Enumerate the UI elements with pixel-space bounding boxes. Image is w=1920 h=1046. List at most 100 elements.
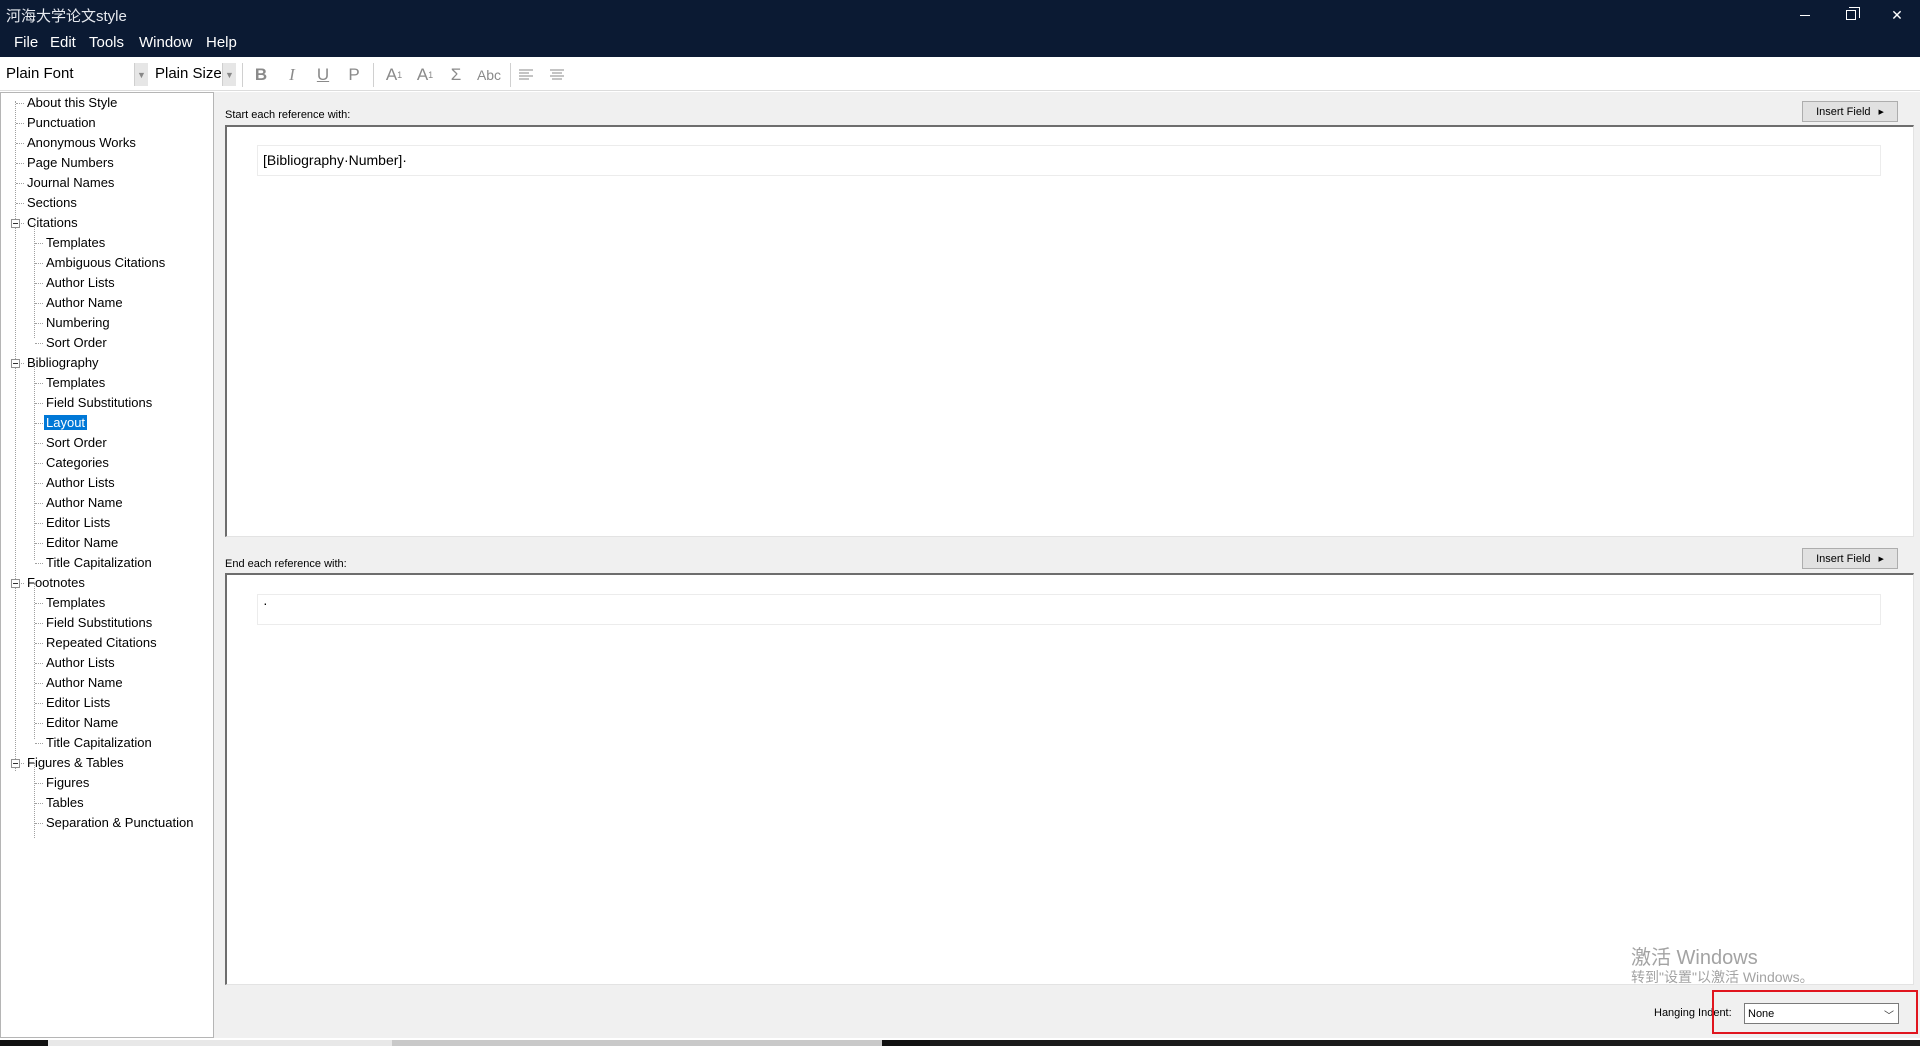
menu-tools[interactable]: Tools [89,34,124,51]
tree-item-label: Sort Order [46,335,107,350]
caret-right-icon: ▶ [1878,555,1884,563]
chevron-down-icon: ▼ [134,63,148,86]
tree-item[interactable]: Author Name [44,294,125,312]
tree-item[interactable]: Author Name [44,494,125,512]
italic-button[interactable]: I [280,63,304,87]
tree-item[interactable]: Figures & Tables [25,754,126,772]
tree-item[interactable]: Layout [44,414,88,432]
menu-help[interactable]: Help [206,34,237,51]
tree-item[interactable]: Categories [44,454,111,472]
tree-item[interactable]: Citations [25,214,80,232]
insert-field-button-end[interactable]: Insert Field ▶ [1802,548,1898,569]
tree-item-label: Title Capitalization [46,555,152,570]
title-bar: 河海大学论文style ✕ [0,0,1920,30]
tree-item-label: Numbering [46,315,110,330]
menu-file[interactable]: File [14,34,38,51]
tree-item[interactable]: Author Lists [44,274,117,292]
restore-button[interactable] [1828,0,1874,30]
menu-window[interactable]: Window [139,34,192,51]
tree-item[interactable]: Punctuation [25,114,98,132]
end-reference-label: End each reference with: [225,558,347,570]
tree-item[interactable]: Author Name [44,674,125,692]
tree-item[interactable]: Journal Names [25,174,116,192]
tree-item-label: Tables [46,795,84,810]
tree-item[interactable]: Templates [44,594,107,612]
menu-bar: File Edit Tools Window Help [0,30,1920,57]
tree-item[interactable]: Editor Name [44,534,120,552]
smallcaps-button[interactable]: Abc [473,63,505,87]
tree-item[interactable]: Author Lists [44,654,117,672]
tree-item[interactable]: Author Lists [44,474,117,492]
tree-item-label: Author Lists [46,475,115,490]
tree-item-label: Field Substitutions [46,395,153,410]
tree-item[interactable]: Editor Lists [44,694,112,712]
tree-item-label: Author Lists [46,655,115,670]
collapse-icon[interactable] [11,759,20,768]
plain-button[interactable]: P [342,63,366,87]
align-center-button[interactable] [545,63,569,87]
collapse-icon[interactable] [11,359,20,368]
highlight-annotation [1712,990,1918,1034]
align-center-icon [550,69,564,80]
tree-item[interactable]: Separation & Punctuation [44,814,195,832]
tree-item-label: Separation & Punctuation [46,815,194,830]
tree-item-label: Journal Names [27,175,115,190]
restore-icon [1846,7,1860,20]
toolbar-divider [510,63,511,87]
menu-edit[interactable]: Edit [50,34,76,51]
tree-item-label: Editor Lists [46,695,111,710]
tree-item-label: Punctuation [27,115,96,130]
start-reference-editor[interactable]: [Bibliography·Number]· [225,125,1914,537]
tree-item[interactable]: Figures [44,774,91,792]
tree-item[interactable]: Bibliography [25,354,101,372]
tree-item-label: Repeated Citations [46,635,157,650]
tree-item-label: Author Name [46,675,123,690]
chevron-down-icon: ▼ [222,63,236,86]
tree-item[interactable]: Repeated Citations [44,634,159,652]
tree-item[interactable]: Anonymous Works [25,134,138,152]
underline-button[interactable]: U [311,63,335,87]
superscript-button[interactable]: A1 [382,63,406,87]
tree-item[interactable]: Footnotes [25,574,87,592]
end-reference-editor[interactable]: · 激活 Windows 转到"设置"以激活 Windows。 [225,573,1914,985]
tree-item-label: Editor Name [46,535,119,550]
tree-item[interactable]: Sections [25,194,79,212]
tree-item[interactable]: Field Substitutions [44,394,154,412]
close-button[interactable]: ✕ [1874,0,1920,30]
tree-item[interactable]: Sort Order [44,334,109,352]
tree-item-label: Field Substitutions [46,615,153,630]
minimize-button[interactable] [1782,0,1828,30]
start-reference-field[interactable]: [Bibliography·Number]· [257,145,1881,176]
tree-item[interactable]: Templates [44,374,107,392]
tree-item[interactable]: About this Style [25,94,119,112]
end-reference-field[interactable]: · [257,594,1881,625]
tree-item[interactable]: Numbering [44,314,112,332]
tree-item-label: Author Name [46,295,123,310]
font-select[interactable]: Plain Font ▼ [1,63,148,86]
subscript-button[interactable]: A1 [413,63,437,87]
tree-item-label: Figures & Tables [27,755,124,770]
minimize-icon [1800,14,1810,16]
tree-item[interactable]: Templates [44,234,107,252]
tree-item[interactable]: Title Capitalization [44,734,154,752]
tree-item-label: Anonymous Works [27,135,136,150]
tree-item[interactable]: Ambiguous Citations [44,254,167,272]
caret-right-icon: ▶ [1878,108,1884,116]
tree-item[interactable]: Sort Order [44,434,109,452]
tree-item[interactable]: Page Numbers [25,154,116,172]
collapse-icon[interactable] [11,579,20,588]
tree-item-label: Editor Lists [46,515,111,530]
tree-item-label: Footnotes [27,575,85,590]
tree-item[interactable]: Editor Lists [44,514,112,532]
bold-button[interactable]: B [249,63,273,87]
align-left-button[interactable] [514,63,538,87]
collapse-icon[interactable] [11,219,20,228]
symbol-button[interactable]: Σ [444,63,468,87]
tree-item[interactable]: Editor Name [44,714,120,732]
size-select[interactable]: Plain Size ▼ [150,63,236,86]
tree-item[interactable]: Tables [44,794,86,812]
activation-watermark-title: 激活 Windows [1631,947,1758,969]
insert-field-button-start[interactable]: Insert Field ▶ [1802,101,1898,122]
tree-item[interactable]: Title Capitalization [44,554,154,572]
tree-item[interactable]: Field Substitutions [44,614,154,632]
